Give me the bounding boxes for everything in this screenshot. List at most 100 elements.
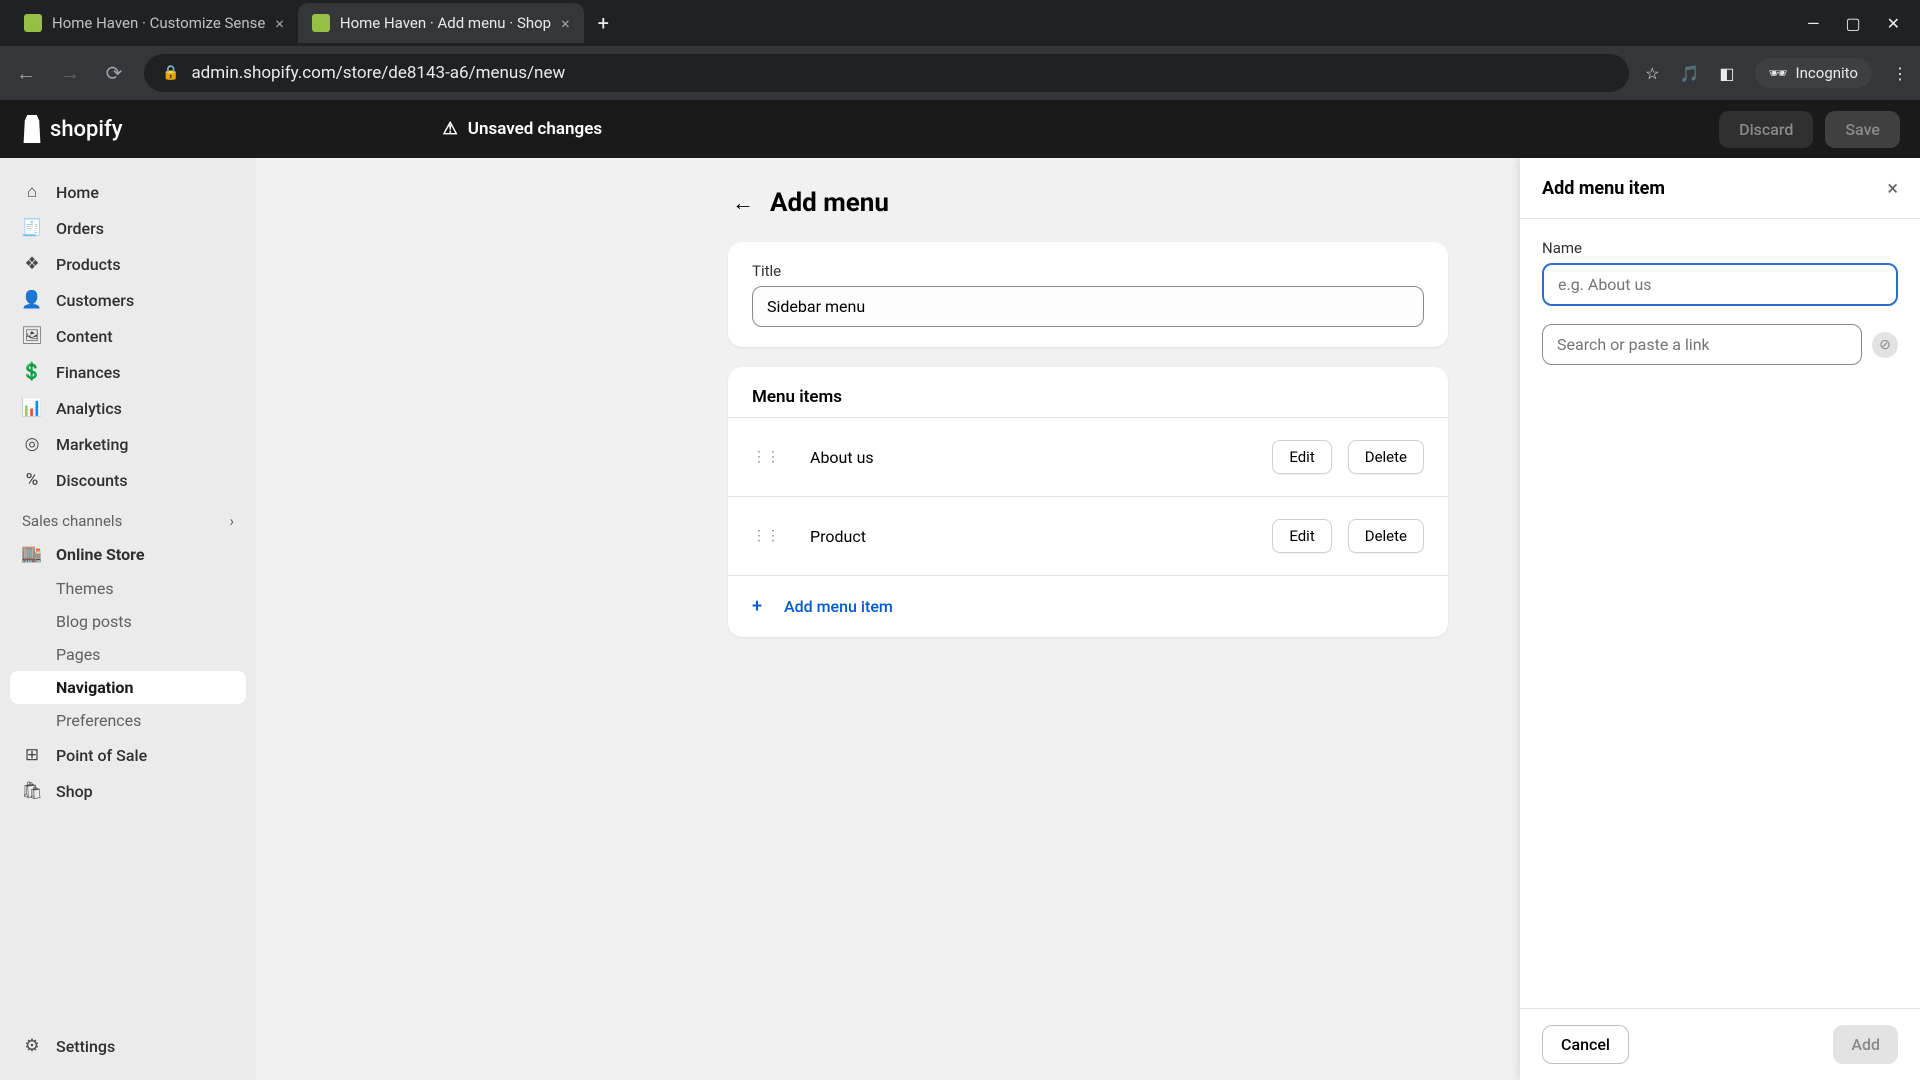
sidebar-item-content[interactable]: 🖼Content: [10, 318, 246, 354]
sidebar-item-settings[interactable]: ⚙Settings: [10, 1028, 246, 1064]
sub-item-preferences[interactable]: Preferences: [10, 704, 246, 737]
delete-button[interactable]: Delete: [1348, 519, 1424, 553]
sidebar-item-marketing[interactable]: ◎ Marketing: [10, 426, 246, 462]
reload-button[interactable]: ⟳: [100, 59, 128, 87]
shopify-bag-icon: [20, 115, 44, 143]
sidebar-item-analytics[interactable]: 📊Analytics: [10, 390, 246, 426]
sidebar-item-online-store[interactable]: 🏬Online Store: [10, 536, 246, 572]
edit-button[interactable]: Edit: [1272, 519, 1331, 553]
browser-tab-active[interactable]: Home Haven · Add menu · Shop ×: [298, 3, 584, 43]
sub-item-navigation[interactable]: Navigation: [10, 671, 246, 704]
menu-item-row: ⋮⋮ Product Edit Delete: [728, 496, 1448, 575]
panel-footer: Cancel Add: [1520, 1008, 1920, 1080]
panel-body: Name ⊘: [1520, 219, 1920, 1008]
nav-label: Marketing: [56, 435, 128, 454]
sidebar-item-shop[interactable]: 🛍 Shop: [10, 773, 246, 809]
incognito-icon: 🕶: [1769, 64, 1788, 82]
chevron-right-icon[interactable]: ›: [229, 512, 234, 530]
panel-title: Add menu item: [1542, 178, 1665, 199]
sidebar-item-home[interactable]: ⌂Home: [10, 174, 246, 210]
favicon-icon: [24, 14, 42, 32]
panel-header: Add menu item ×: [1520, 158, 1920, 219]
sub-item-blog-posts[interactable]: Blog posts: [10, 605, 246, 638]
clear-link-icon[interactable]: ⊘: [1872, 332, 1898, 358]
add-menu-item-panel: Add menu item × Name ⊘ Cancel Add: [1520, 158, 1920, 1080]
add-button[interactable]: Add: [1833, 1025, 1898, 1064]
back-button[interactable]: ←: [12, 59, 40, 87]
sidebar-item-customers[interactable]: 👤 Customers: [10, 282, 246, 318]
shop-icon: 🛍: [22, 781, 42, 801]
link-input[interactable]: [1542, 324, 1862, 365]
link-row: ⊘: [1542, 324, 1898, 365]
sidebar-item-discounts[interactable]: %Discounts: [10, 462, 246, 498]
menu-items-card: Menu items ⋮⋮ About us Edit Delete ⋮⋮ Pr…: [728, 367, 1448, 637]
warning-icon: ⚠: [443, 119, 458, 139]
tab-title: Home Haven · Add menu · Shop: [340, 14, 551, 32]
nav-label: Products: [56, 255, 121, 274]
add-menu-item-label: Add menu item: [784, 597, 893, 616]
nav-label: Customers: [56, 291, 134, 310]
back-arrow-icon[interactable]: ←: [732, 190, 754, 216]
finances-icon: 💲: [22, 362, 42, 382]
menu-icon[interactable]: ⋮: [1892, 64, 1908, 83]
incognito-badge[interactable]: 🕶 Incognito: [1755, 58, 1873, 88]
nav-label: Discounts: [56, 471, 128, 490]
star-icon[interactable]: ☆: [1645, 64, 1659, 83]
drag-handle-icon[interactable]: ⋮⋮: [752, 528, 780, 544]
title-card: Title: [728, 242, 1448, 347]
title-input[interactable]: [752, 286, 1424, 327]
sub-item-themes[interactable]: Themes: [10, 572, 246, 605]
edit-button[interactable]: Edit: [1272, 440, 1331, 474]
add-menu-item-row[interactable]: + Add menu item: [728, 575, 1448, 637]
menu-item-label: Product: [796, 527, 1256, 546]
sub-item-pages[interactable]: Pages: [10, 638, 246, 671]
topbar-actions: Discard Save: [1719, 111, 1900, 148]
nav-label: Point of Sale: [56, 746, 147, 765]
minimize-icon[interactable]: —: [1807, 14, 1820, 33]
name-input[interactable]: [1542, 263, 1898, 306]
new-tab-button[interactable]: +: [584, 11, 623, 35]
sidebar-bottom: ⚙Settings: [10, 1028, 246, 1064]
gear-icon: ⚙: [22, 1036, 42, 1056]
title-field-label: Title: [752, 262, 1424, 280]
store-icon: 🏬: [22, 544, 42, 564]
sidebar-item-finances[interactable]: 💲 Finances: [10, 354, 246, 390]
page-title: Add menu: [770, 188, 889, 218]
music-icon[interactable]: 🎵: [1679, 64, 1699, 83]
nav-label: Orders: [56, 219, 104, 238]
window-controls: — ▢ ✕: [1807, 14, 1920, 33]
name-field-label: Name: [1542, 239, 1898, 257]
close-window-icon[interactable]: ✕: [1887, 14, 1900, 33]
side-panel-icon[interactable]: ◧: [1719, 64, 1734, 83]
maximize-icon[interactable]: ▢: [1845, 14, 1860, 33]
url-text: admin.shopify.com/store/de8143-a6/menus/…: [191, 63, 565, 83]
url-field[interactable]: 🔒 admin.shopify.com/store/de8143-a6/menu…: [144, 54, 1629, 92]
tab-close-icon[interactable]: ×: [275, 14, 284, 33]
address-bar-right: ☆ 🎵 ◧ 🕶 Incognito ⋮: [1645, 58, 1908, 88]
analytics-icon: 📊: [22, 398, 42, 418]
products-icon: ❖: [22, 254, 42, 274]
sidebar-item-point-of-sale[interactable]: ⊞Point of Sale: [10, 737, 246, 773]
nav-label: Finances: [56, 363, 120, 382]
nav-label: Content: [56, 327, 113, 346]
sidebar-item-products[interactable]: ❖ Products: [10, 246, 246, 282]
cancel-button[interactable]: Cancel: [1542, 1025, 1629, 1064]
tab-title: Home Haven · Customize Sense: [52, 14, 265, 32]
shopify-logo[interactable]: shopify: [20, 115, 123, 143]
nav-label: Home: [56, 183, 99, 202]
forward-button[interactable]: →: [56, 59, 84, 87]
sales-channels-label: Sales channels ›: [10, 498, 246, 536]
marketing-icon: ◎: [22, 434, 42, 454]
sidebar: ⌂Home 🧾Orders ❖ Products 👤 Customers 🖼Cont…: [0, 158, 256, 1080]
sidebar-item-orders[interactable]: 🧾Orders: [10, 210, 246, 246]
delete-button[interactable]: Delete: [1348, 440, 1424, 474]
customers-icon: 👤: [22, 290, 42, 310]
nav-label: Shop: [56, 782, 93, 801]
drag-handle-icon[interactable]: ⋮⋮: [752, 449, 780, 465]
tab-close-icon[interactable]: ×: [561, 14, 570, 33]
discard-button[interactable]: Discard: [1719, 111, 1813, 148]
lock-icon: 🔒: [162, 65, 179, 81]
save-button[interactable]: Save: [1825, 111, 1900, 148]
close-panel-button[interactable]: ×: [1887, 176, 1898, 200]
browser-tab[interactable]: Home Haven · Customize Sense ×: [10, 3, 298, 43]
